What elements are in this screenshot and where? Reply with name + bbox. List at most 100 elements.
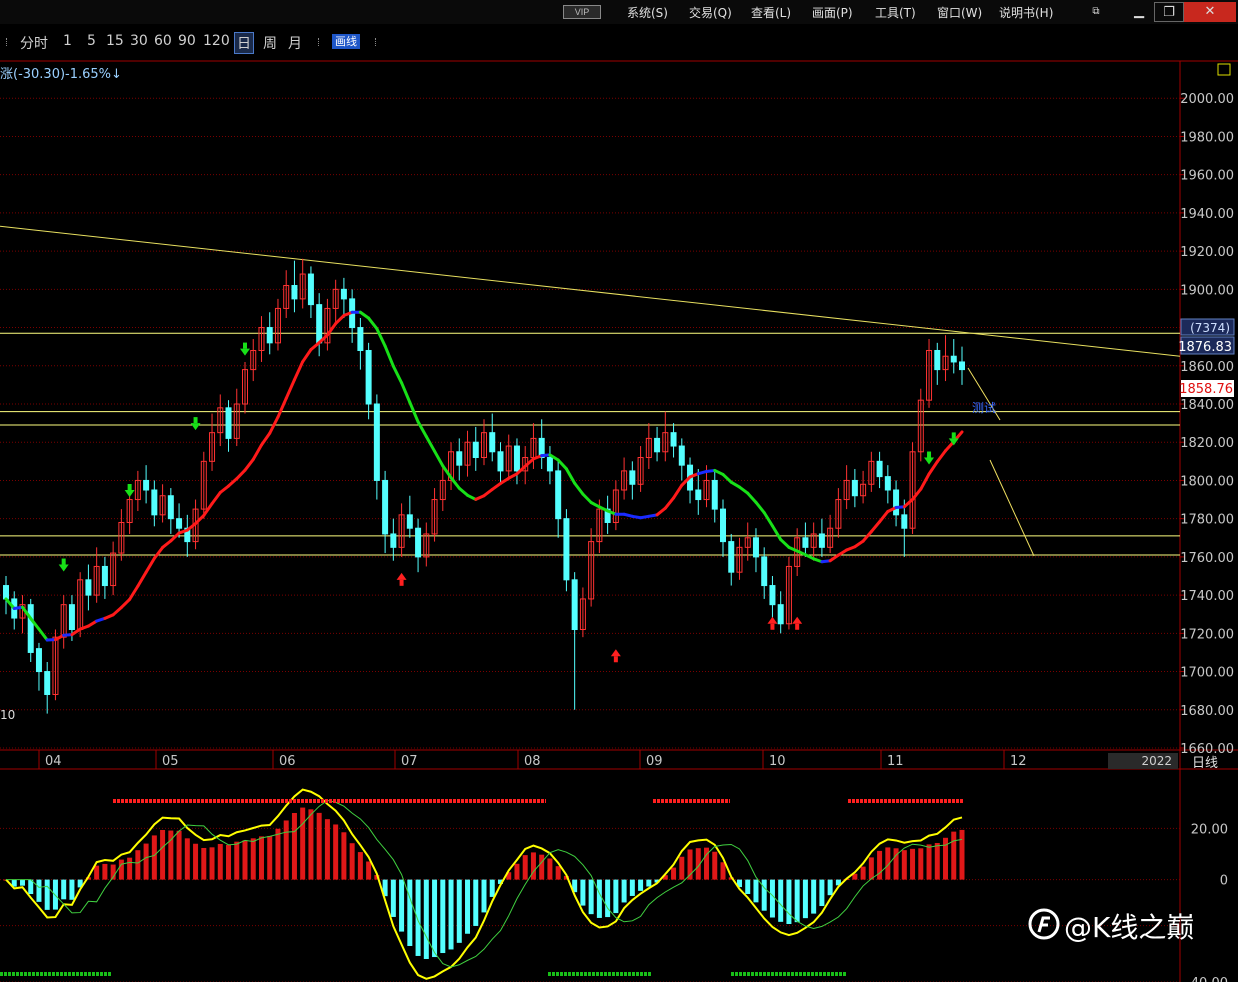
histogram-bar — [514, 863, 520, 880]
histogram-bar — [61, 879, 67, 900]
histogram-bar — [761, 879, 767, 911]
histogram-bar — [918, 848, 924, 880]
ma-line-segment — [770, 524, 783, 542]
candle-body — [373, 403, 380, 481]
ma-line-segment — [441, 464, 453, 480]
histogram-bar — [52, 879, 58, 910]
ma-line-segment — [119, 597, 132, 609]
candle-body — [35, 648, 42, 673]
ma-line-segment — [136, 570, 148, 588]
ma-line-segment — [210, 490, 222, 506]
histogram-bar — [530, 852, 536, 880]
histogram-bar — [300, 807, 306, 880]
candle-body — [728, 541, 735, 573]
ma-line-segment — [655, 506, 667, 517]
histogram-bar — [473, 879, 479, 926]
histogram-bar — [720, 862, 726, 880]
histogram-bar — [605, 879, 611, 918]
ma-line-segment — [383, 344, 395, 368]
ytick-label: 1840.00 — [1180, 398, 1234, 413]
ytick-label: 1700.00 — [1180, 666, 1234, 681]
ma-line-segment — [152, 545, 165, 560]
price-box-2-text: 1876.83 — [1178, 340, 1232, 355]
candle-body — [901, 514, 908, 529]
buy-arrow-icon — [767, 616, 778, 624]
candle-body — [711, 479, 718, 510]
ytick-label: 1820.00 — [1180, 436, 1234, 451]
ma-line-segment — [573, 481, 585, 496]
candle-body — [316, 304, 323, 344]
histogram-bar — [489, 879, 495, 897]
ma-line-segment — [251, 443, 263, 461]
histogram-bar — [283, 820, 289, 880]
candle-body — [777, 604, 784, 625]
ma-line-segment — [284, 378, 296, 400]
candle-body — [950, 355, 957, 363]
ytick-label: 1800.00 — [1180, 474, 1234, 489]
histogram-bar — [621, 879, 627, 903]
candle-body — [225, 407, 232, 439]
period-label: 日线 — [1192, 756, 1219, 771]
arrow-stem — [243, 342, 247, 349]
sub-ytick-label: -40.00 — [1186, 976, 1228, 982]
ma-line-segment — [259, 431, 272, 447]
histogram-bar — [308, 809, 314, 880]
ytick-label: 1860.00 — [1180, 360, 1234, 375]
candle-body — [876, 460, 883, 478]
histogram-bar — [794, 879, 800, 923]
sell-arrow-icon — [124, 490, 135, 497]
ma-line-segment — [161, 539, 173, 549]
histogram-bar — [19, 879, 25, 886]
candle-body — [678, 445, 685, 466]
ytick-label: 1760.00 — [1180, 551, 1234, 566]
histogram-bar — [910, 848, 916, 880]
histogram-bar — [94, 865, 100, 880]
histogram-bar — [786, 879, 792, 925]
ma-line-segment — [391, 364, 404, 385]
sub-ytick-label: 20.00 — [1191, 822, 1228, 837]
candle-body — [654, 437, 661, 453]
candle-body — [101, 565, 108, 587]
xtick-label: 11 — [887, 754, 904, 769]
arrow-stem — [193, 417, 198, 424]
candle-body — [340, 288, 347, 300]
histogram-bar — [193, 843, 199, 880]
candle-body — [151, 489, 158, 516]
candle-body — [959, 361, 965, 371]
histogram-bar — [242, 840, 248, 880]
candle-body — [456, 451, 463, 466]
candle-body — [695, 489, 702, 501]
histogram-bar — [926, 844, 932, 880]
ma-line-segment — [663, 496, 676, 510]
candle-body — [571, 579, 578, 631]
ytick-label: 1940.00 — [1180, 207, 1234, 222]
histogram-bar — [226, 844, 232, 880]
candle-body — [513, 445, 520, 472]
candle-body — [546, 457, 553, 472]
ma-line-segment — [581, 492, 593, 504]
histogram-bar — [291, 812, 297, 880]
histogram-bar — [877, 850, 883, 880]
histogram-bar — [811, 879, 817, 914]
candle-body — [769, 585, 776, 606]
ytick-label: 1740.00 — [1180, 589, 1234, 604]
ma-line-segment — [128, 584, 140, 601]
candle-body — [291, 285, 298, 300]
candle-body — [176, 518, 183, 529]
arrow-stem — [951, 432, 956, 439]
candle-body — [68, 604, 75, 631]
histogram-bar — [423, 879, 429, 959]
histogram-bar — [151, 835, 157, 880]
sell-arrow-icon — [190, 423, 201, 431]
ytick-label: 1720.00 — [1180, 627, 1234, 642]
histogram-bar — [341, 832, 347, 880]
stock-chart[interactable]: 2000.00 1980.00 1960.00 1940.00 1920.00 1900.… — [0, 0, 1238, 982]
candle-body — [472, 441, 479, 459]
histogram-bar — [44, 879, 50, 910]
arrow-stem — [399, 579, 404, 586]
ma-line-segment — [194, 513, 206, 526]
candle-body — [307, 273, 314, 306]
histogram-bar — [951, 831, 957, 880]
sell-arrow-icon — [924, 457, 935, 465]
watermark-text: @K线之巅 — [1064, 911, 1195, 944]
